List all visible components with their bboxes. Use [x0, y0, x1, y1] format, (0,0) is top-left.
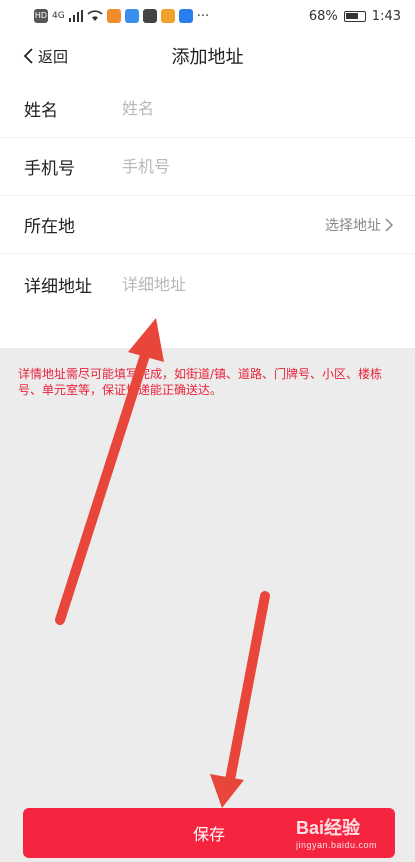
phone-row: 手机号: [0, 138, 415, 196]
baidu-watermark: Bai经验 jingyan.baidu.com: [296, 814, 377, 850]
bulb-icon: [178, 9, 193, 23]
battery-icon: [343, 10, 366, 22]
address-tip: 详情地址需尽可能填写完成，如街道/镇、道路、门牌号、小区、楼栋号、单元室等，保证…: [18, 367, 383, 397]
shield-icon: [142, 9, 157, 23]
status-bar: HD 4G ··· 68% 1:43: [0, 0, 415, 32]
location-select[interactable]: 选择地址: [325, 215, 393, 235]
watermark-url: jingyan.baidu.com: [296, 840, 378, 850]
page-title: 添加地址: [171, 47, 244, 68]
detail-label: 详细地址: [24, 277, 92, 297]
address-form: 姓名 手机号 所在地 选择地址 详细地址: [0, 80, 415, 348]
location-label: 所在地: [24, 217, 75, 237]
watermark-brand: Bai经验: [296, 818, 361, 838]
detail-input[interactable]: [122, 269, 392, 299]
app-icon-orange: [106, 9, 121, 23]
back-label: 返回: [38, 47, 69, 66]
wifi-icon: [87, 10, 103, 21]
name-input[interactable]: [122, 93, 392, 124]
hd-icon: HD: [34, 9, 48, 23]
chevron-right-icon: [385, 217, 393, 232]
more-icon: ···: [196, 8, 210, 24]
status-time: 1:43: [371, 8, 401, 24]
annotation-arrow-down: [225, 591, 270, 785]
location-row[interactable]: 所在地 选择地址: [0, 196, 415, 254]
annotation-arrowhead-down: [210, 774, 244, 808]
name-label: 姓名: [24, 101, 58, 121]
phone-input[interactable]: [122, 151, 392, 182]
play-icon: [160, 9, 175, 23]
signal-icon: [68, 10, 83, 22]
detail-row: 详细地址: [0, 254, 415, 348]
phone-label: 手机号: [24, 159, 75, 179]
status-icons: HD 4G ···: [34, 9, 209, 24]
battery-percent: 68%: [308, 8, 338, 24]
cloud-icon: [124, 9, 139, 23]
back-button[interactable]: 返回: [22, 32, 68, 80]
signal-label: 4G: [52, 11, 65, 21]
status-right: 68% 1:43: [309, 9, 401, 24]
save-label: 保存: [192, 825, 225, 844]
location-select-label: 选择地址: [325, 217, 381, 234]
name-row: 姓名: [0, 80, 415, 138]
nav-bar: 返回 添加地址: [0, 32, 415, 80]
chevron-left-icon: [23, 48, 33, 64]
